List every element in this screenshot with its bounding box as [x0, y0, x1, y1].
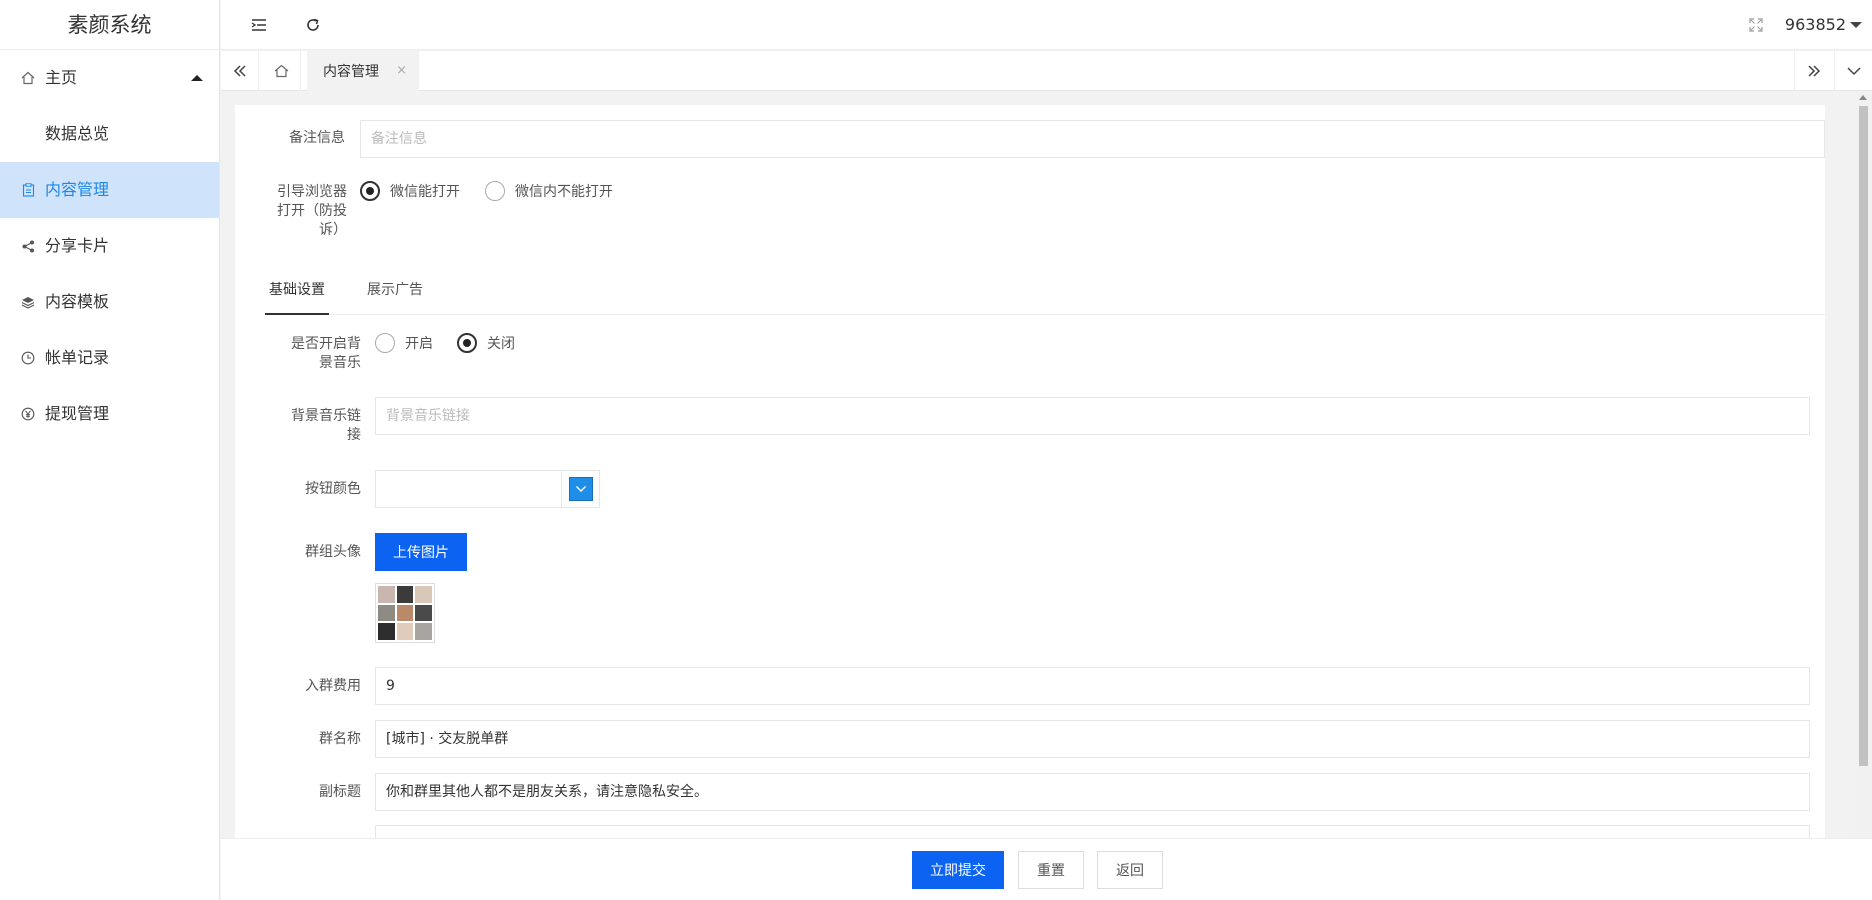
tab-display-ads[interactable]: 展示广告 [363, 265, 427, 315]
bg-music-link-input[interactable]: 背景音乐链接 [375, 397, 1810, 435]
fullscreen-icon [1749, 18, 1763, 32]
caret-up-icon [191, 75, 203, 81]
bg-music-label: 是否开启背景音乐 [291, 336, 361, 371]
clock-icon [20, 330, 36, 386]
sidebar-item-content-template[interactable]: 内容模板 [0, 274, 219, 330]
layers-icon [20, 274, 36, 330]
submit-button[interactable]: 立即提交 [912, 851, 1004, 889]
yen-icon [20, 386, 36, 442]
double-chevron-right-icon [1807, 65, 1820, 77]
fullscreen-button[interactable] [1741, 0, 1771, 50]
radio-unchecked-icon [485, 181, 505, 201]
share-icon [20, 218, 36, 274]
app-logo-title: 素颜系统 [0, 0, 219, 50]
tab-content-management[interactable]: 内容管理 × [307, 51, 419, 91]
join-fee-input[interactable]: 9 [375, 667, 1810, 705]
radio-bg-music-off[interactable]: 关闭 [457, 333, 515, 353]
settings-tabs: 基础设置 展示广告 [265, 265, 1825, 315]
sidebar-item-home[interactable]: 主页 [0, 50, 219, 106]
radio-unchecked-icon [375, 333, 395, 353]
form-footer: 立即提交 重置 返回 [221, 838, 1872, 900]
sidebar-item-label: 数据总览 [45, 124, 110, 143]
subtitle-label: 副标题 [319, 784, 361, 800]
home-icon [20, 50, 36, 106]
double-chevron-left-icon [233, 65, 246, 77]
group-avatar-label: 群组头像 [305, 544, 361, 560]
tabs-menu-button[interactable] [1834, 51, 1872, 91]
home-tab-button[interactable] [263, 51, 301, 91]
vertical-scrollbar[interactable] [1855, 91, 1872, 838]
radio-checked-icon [457, 333, 477, 353]
top-header: 963852 [221, 0, 1872, 50]
browser-guide-label: 引导浏览器打开（防投诉） [277, 184, 347, 238]
sidebar-item-billing-records[interactable]: 帐单记录 [0, 330, 219, 386]
caret-down-icon [1850, 22, 1862, 28]
tabs-scroll-right-button[interactable] [1794, 51, 1832, 91]
radio-wechat-cannot-open[interactable]: 微信内不能打开 [485, 181, 613, 201]
scroll-up-icon[interactable] [1859, 95, 1867, 100]
scrollbar-thumb[interactable] [1859, 106, 1868, 766]
sidebar-item-label: 内容管理 [45, 180, 110, 199]
sidebar-item-data-overview[interactable]: 数据总览 [0, 106, 219, 162]
upload-image-button[interactable]: 上传图片 [375, 533, 467, 571]
radio-label: 微信内不能打开 [515, 184, 613, 200]
remark-input[interactable]: 备注信息 [360, 120, 1825, 158]
tabs-scroll-left-button[interactable] [221, 51, 259, 91]
remark-label: 备注信息 [289, 130, 345, 146]
home-icon [274, 64, 289, 78]
remark-placeholder: 备注信息 [371, 131, 427, 147]
sidebar-item-label: 内容模板 [45, 292, 110, 311]
refresh-icon [307, 18, 319, 31]
page-tabs-bar: 内容管理 × [221, 51, 1872, 91]
sidebar-item-withdraw-management[interactable]: 提现管理 [0, 386, 219, 442]
subtitle-input[interactable]: 你和群里其他人都不是朋友关系，请注意隐私安全。 [375, 773, 1810, 811]
button-color-label: 按钮颜色 [305, 481, 361, 497]
reset-button[interactable]: 重置 [1018, 851, 1084, 889]
menu-indent-icon [251, 19, 266, 31]
tab-label: 内容管理 [323, 64, 379, 80]
sidebar-item-label: 分享卡片 [45, 236, 110, 255]
group-avatar-image [375, 583, 435, 643]
sidebar: 素颜系统 主页 数据总览 内容管理 分享卡片 内容模板 帐单记录 提现管理 [0, 0, 220, 900]
sidebar-item-content-management[interactable]: 内容管理 [0, 162, 219, 218]
group-name-label: 群名称 [319, 731, 361, 747]
chevron-down-icon [1846, 67, 1861, 76]
radio-bg-music-on[interactable]: 开启 [375, 333, 433, 353]
group-name-input[interactable]: [城市] · 交友脱单群 [375, 720, 1810, 758]
radio-label: 微信能打开 [390, 184, 460, 200]
sidebar-item-label: 主页 [45, 68, 78, 87]
refresh-button[interactable] [295, 0, 331, 50]
join-fee-label: 入群费用 [305, 678, 361, 694]
bg-music-link-label: 背景音乐链接 [291, 408, 361, 443]
sidebar-item-label: 提现管理 [45, 404, 110, 423]
radio-label: 开启 [405, 336, 433, 352]
sidebar-item-share-card[interactable]: 分享卡片 [0, 218, 219, 274]
bg-music-link-placeholder: 背景音乐链接 [386, 408, 470, 424]
clipboard-icon [20, 162, 36, 218]
tab-basic-settings[interactable]: 基础设置 [265, 265, 329, 315]
user-menu[interactable]: 963852 [1785, 0, 1862, 50]
chevron-down-icon [568, 477, 593, 501]
collapse-menu-button[interactable] [241, 0, 277, 50]
color-picker-trigger[interactable] [561, 471, 599, 507]
back-button[interactable]: 返回 [1097, 851, 1163, 889]
button-color-picker[interactable] [375, 470, 600, 508]
sidebar-item-label: 帐单记录 [45, 348, 110, 367]
radio-wechat-can-open[interactable]: 微信能打开 [360, 181, 460, 201]
radio-label: 关闭 [487, 336, 515, 352]
radio-checked-icon [360, 181, 380, 201]
form-panel: 备注信息 备注信息 引导浏览器打开（防投诉） 微信能打开 微信内不能打开 基础设… [235, 105, 1825, 900]
username: 963852 [1784, 15, 1846, 34]
close-icon[interactable]: × [396, 63, 407, 78]
